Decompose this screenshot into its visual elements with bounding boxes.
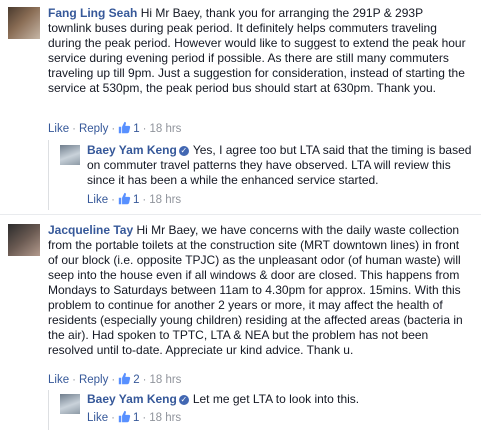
timestamp[interactable]: 18 hrs xyxy=(149,374,181,386)
reply-thread-line xyxy=(48,390,49,430)
avatar[interactable] xyxy=(8,224,40,256)
divider xyxy=(0,214,481,215)
reply-author[interactable]: Baey Yam Keng xyxy=(87,143,177,157)
timestamp[interactable]: 18 hrs xyxy=(149,412,181,424)
like-count[interactable]: 1 xyxy=(118,410,139,424)
reply-actions: Like · 1 · 18 hrs xyxy=(87,410,182,424)
like-link[interactable]: Like xyxy=(48,123,69,135)
verified-badge-icon: ✓ xyxy=(178,395,189,405)
verified-badge-icon: ✓ xyxy=(178,146,189,156)
reply-body: Let me get LTA to look into this. xyxy=(192,392,360,406)
reply-author[interactable]: Baey Yam Keng xyxy=(87,392,177,406)
reply-thread-line xyxy=(48,140,49,210)
reply-text: Baey Yam Keng ✓ Let me get LTA to look int… xyxy=(87,392,472,407)
like-count[interactable]: 1 xyxy=(118,192,139,206)
timestamp[interactable]: 18 hrs xyxy=(149,123,181,135)
comment-actions: Like · Reply · 1 · 18 hrs xyxy=(48,121,182,135)
thumbs-up-icon xyxy=(118,192,131,205)
reply-text: Baey Yam Keng ✓ Yes, I agree too but LTA s… xyxy=(87,143,472,188)
comment-text: Jacqueline Tay Hi Mr Baey, we have conce… xyxy=(48,223,468,358)
comment: Jacqueline Tay Hi Mr Baey, we have conce… xyxy=(0,216,481,430)
avatar[interactable] xyxy=(60,394,80,414)
avatar[interactable] xyxy=(60,145,80,165)
timestamp[interactable]: 18 hrs xyxy=(149,194,181,206)
comment-author[interactable]: Fang Ling Seah xyxy=(48,6,137,20)
like-link[interactable]: Like xyxy=(48,374,69,386)
reply-link[interactable]: Reply xyxy=(79,374,108,386)
comment-body: Hi Mr Baey, we have concerns with the da… xyxy=(48,223,463,357)
avatar[interactable] xyxy=(8,7,40,39)
comment-author[interactable]: Jacqueline Tay xyxy=(48,223,133,237)
thumbs-up-icon xyxy=(118,410,131,423)
comment-actions: Like · Reply · 2 · 18 hrs xyxy=(48,372,182,386)
comment-text: Fang Ling Seah Hi Mr Baey, thank you for… xyxy=(48,6,468,96)
like-count[interactable]: 2 xyxy=(118,372,140,386)
reply-link[interactable]: Reply xyxy=(79,123,108,135)
like-link[interactable]: Like xyxy=(87,412,108,424)
thumbs-up-icon xyxy=(119,121,131,134)
comment: Fang Ling Seah Hi Mr Baey, thank you for… xyxy=(0,0,481,212)
thumbs-up-icon xyxy=(119,372,131,385)
like-link[interactable]: Like xyxy=(87,194,108,206)
reply-actions: Like · 1 · 18 hrs xyxy=(87,192,182,206)
like-count[interactable]: 1 xyxy=(118,121,140,135)
